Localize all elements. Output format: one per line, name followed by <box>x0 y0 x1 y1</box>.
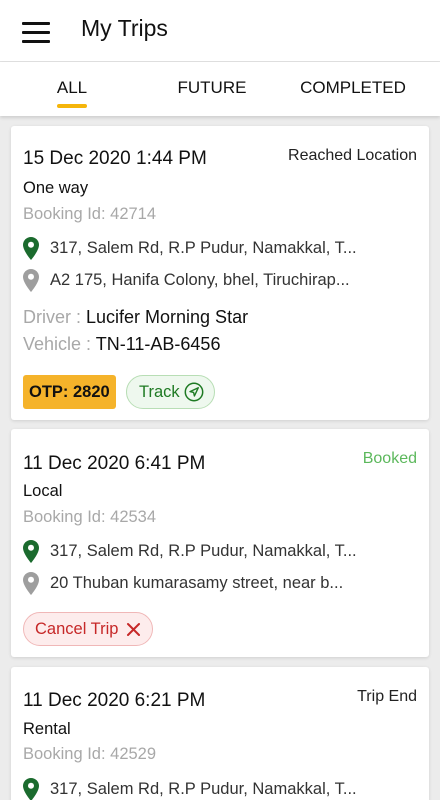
drop-address: 20 Thuban kumarasamy street, near b... <box>23 572 423 596</box>
tab-future[interactable]: FUTURE <box>162 62 262 116</box>
tab-completed-label: COMPLETED <box>300 78 406 97</box>
cancel-trip-label: Cancel Trip <box>35 620 119 638</box>
tab-all-label: ALL <box>56 78 88 97</box>
drop-address: A2 175, Hanifa Colony, bhel, Tiruchirap.… <box>23 269 423 293</box>
hamburger-menu-icon[interactable] <box>22 22 50 44</box>
pickup-address-text: 317, Salem Rd, R.P Pudur, Namakkal, T... <box>50 239 357 257</box>
map-pin-green-icon <box>23 778 39 800</box>
tab-completed[interactable]: COMPLETED <box>288 62 418 116</box>
otp-badge: OTP: 2820 <box>23 375 116 409</box>
map-pin-grey-icon <box>23 269 39 292</box>
driver-row: Driver : Lucifer Morning Star <box>23 307 248 328</box>
booking-id: Booking Id: 42534 <box>23 508 157 526</box>
trip-datetime: 11 Dec 2020 6:21 PM <box>23 690 206 711</box>
pickup-address-text: 317, Salem Rd, R.P Pudur, Namakkal, T... <box>50 542 357 560</box>
trip-type: One way <box>23 179 89 197</box>
trip-datetime: 11 Dec 2020 6:41 PM <box>23 453 206 474</box>
trip-status: Trip End <box>357 688 417 705</box>
pickup-address: 317, Salem Rd, R.P Pudur, Namakkal, T... <box>23 540 423 564</box>
active-tab-indicator <box>57 104 87 108</box>
track-button[interactable]: Track <box>126 375 215 409</box>
trip-datetime: 15 Dec 2020 1:44 PM <box>23 148 207 169</box>
trip-type: Local <box>23 482 63 500</box>
booking-id: Booking Id: 42529 <box>23 745 157 763</box>
map-pin-green-icon <box>23 540 39 563</box>
vehicle-row: Vehicle : TN-11-AB-6456 <box>23 334 220 355</box>
track-button-label: Track <box>139 383 180 401</box>
booking-id: Booking Id: 42714 <box>23 205 157 223</box>
trip-type: Rental <box>23 720 71 738</box>
cancel-trip-button[interactable]: Cancel Trip <box>23 612 154 646</box>
map-pin-green-icon <box>23 237 39 260</box>
trip-card[interactable]: 15 Dec 2020 1:44 PM Reached Location One… <box>11 126 429 420</box>
page-title: My Trips <box>81 15 168 41</box>
close-icon <box>127 623 141 636</box>
vehicle-label: Vehicle : <box>23 334 96 354</box>
navigation-arrow-icon <box>184 382 204 402</box>
map-pin-grey-icon <box>23 572 39 595</box>
pickup-address-text: 317, Salem Rd, R.P Pudur, Namakkal, T... <box>50 780 357 798</box>
tab-future-label: FUTURE <box>177 78 247 97</box>
vehicle-number: TN-11-AB-6456 <box>95 334 221 354</box>
trip-card[interactable]: 11 Dec 2020 6:41 PM Booked Local Booking… <box>11 429 429 657</box>
pickup-address: 317, Salem Rd, R.P Pudur, Namakkal, T... <box>23 237 423 261</box>
driver-name: Lucifer Morning Star <box>86 307 249 327</box>
trip-status: Reached Location <box>288 147 417 164</box>
trip-status: Booked <box>362 450 417 467</box>
pickup-address: 317, Salem Rd, R.P Pudur, Namakkal, T... <box>23 778 423 800</box>
drop-address-text: A2 175, Hanifa Colony, bhel, Tiruchirap.… <box>50 271 350 289</box>
drop-address-text: 20 Thuban kumarasamy street, near b... <box>50 574 344 592</box>
driver-label: Driver : <box>23 307 86 327</box>
tab-bar: ALL FUTURE COMPLETED <box>0 62 440 116</box>
tab-all[interactable]: ALL <box>42 62 102 116</box>
app-bar: My Trips <box>0 0 440 62</box>
trip-card[interactable]: 11 Dec 2020 6:21 PM Trip End Rental Book… <box>11 667 429 800</box>
